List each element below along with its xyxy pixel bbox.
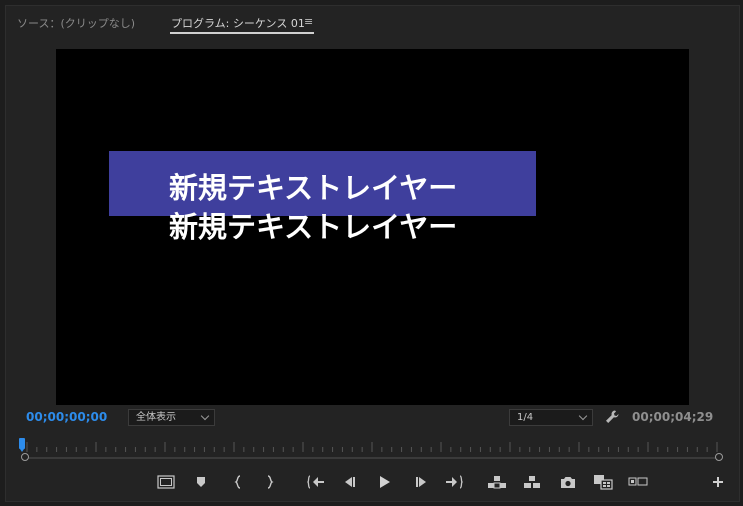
playhead-handle[interactable] <box>19 438 25 449</box>
export-frame-icon[interactable] <box>557 471 579 493</box>
title-text-line-2: 新規テキストレイヤー <box>169 210 458 244</box>
transport-controls <box>6 471 739 493</box>
title-text-line-1: 新規テキストレイヤー <box>169 171 458 205</box>
comparison-view-icon[interactable] <box>592 471 614 493</box>
tab-program[interactable]: プログラム: シーケンス 01 <box>171 15 305 31</box>
duration-timecode: 00;00;04;29 <box>632 410 714 424</box>
tab-source[interactable]: ソース：(クリップなし) <box>17 15 135 31</box>
resolution-dropdown[interactable]: 1/4 <box>509 409 593 426</box>
panel-tabs: ソース：(クリップなし) プログラム: シーケンス 01 ≡ <box>6 6 739 36</box>
play-icon[interactable] <box>373 471 395 493</box>
chevron-down-icon <box>200 411 210 421</box>
resolution-value: 1/4 <box>517 412 534 423</box>
step-forward-icon[interactable] <box>410 471 432 493</box>
button-editor-icon[interactable] <box>707 471 729 493</box>
time-ruler[interactable] <box>24 438 720 454</box>
safe-margins-icon[interactable] <box>155 471 177 493</box>
zoom-value: 全体表示 <box>136 412 176 423</box>
mark-out-icon[interactable] <box>259 471 281 493</box>
chevron-down-icon <box>578 411 588 421</box>
zoom-scroll-bar[interactable] <box>25 457 719 459</box>
program-monitor-panel: ソース：(クリップなし) プログラム: シーケンス 01 ≡ 新規テキストレイヤ… <box>5 5 740 502</box>
go-to-in-icon[interactable] <box>305 471 327 493</box>
extract-icon[interactable] <box>521 471 543 493</box>
wrench-icon[interactable] <box>604 409 620 429</box>
step-back-icon[interactable] <box>339 471 361 493</box>
lift-icon[interactable] <box>486 471 508 493</box>
go-to-out-icon[interactable] <box>443 471 465 493</box>
vr-video-icon[interactable] <box>627 471 649 493</box>
playhead-indicator <box>20 449 24 452</box>
current-timecode[interactable]: 00;00;00;00 <box>26 410 107 424</box>
zoom-handle-left[interactable] <box>21 453 29 461</box>
panel-menu-icon[interactable]: ≡ <box>304 15 313 28</box>
add-marker-icon[interactable] <box>190 471 212 493</box>
mark-in-icon[interactable] <box>227 471 249 493</box>
zoom-dropdown[interactable]: 全体表示 <box>128 409 215 426</box>
zoom-handle-right[interactable] <box>715 453 723 461</box>
active-tab-indicator <box>170 32 314 34</box>
